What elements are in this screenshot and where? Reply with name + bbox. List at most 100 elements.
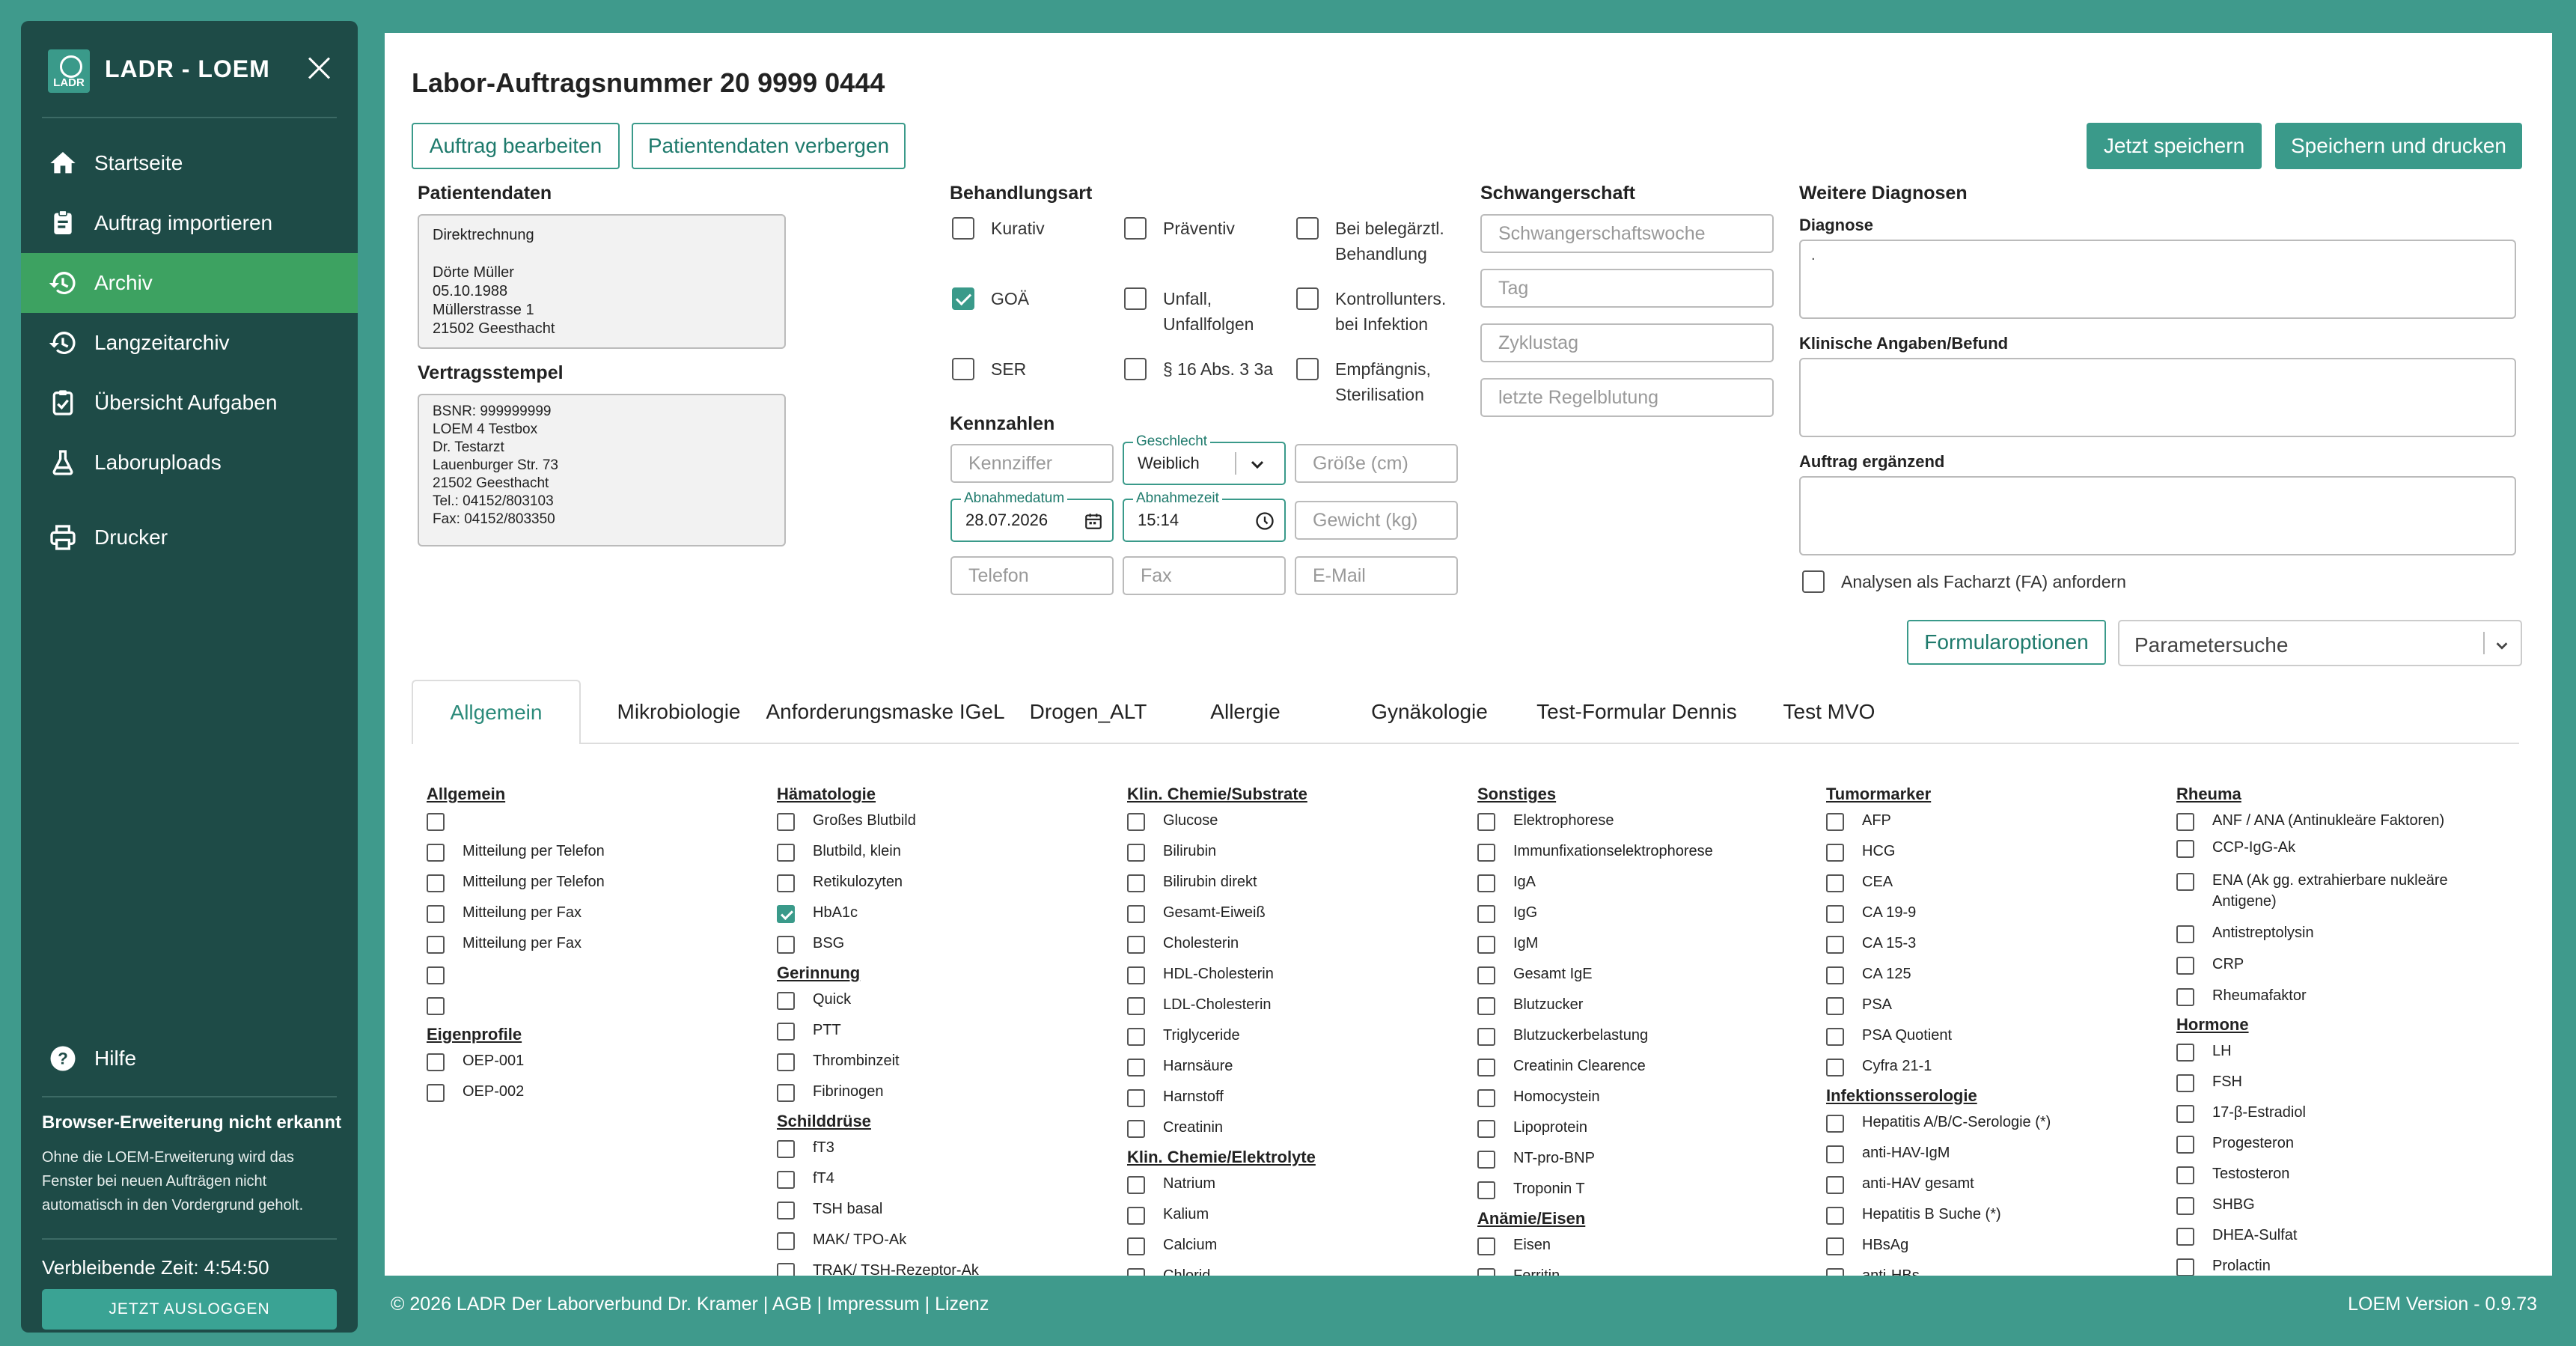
parameter-checkbox[interactable] — [1477, 1089, 1495, 1107]
parameter-checkbox[interactable] — [2176, 1105, 2194, 1123]
parameter-checkbox[interactable] — [777, 1053, 795, 1071]
parameter-checkbox[interactable] — [1826, 1059, 1844, 1077]
cycle-day-input[interactable]: Zyklustag — [1480, 323, 1774, 362]
parameter-checkbox[interactable] — [777, 844, 795, 862]
phone-input[interactable]: Telefon — [950, 556, 1114, 595]
parameter-checkbox[interactable] — [1826, 966, 1844, 984]
parameter-checkbox[interactable] — [1127, 966, 1145, 984]
treatment-unfall-checkbox[interactable] — [1124, 287, 1147, 310]
fax-input[interactable]: Fax — [1123, 556, 1286, 595]
parameter-checkbox[interactable] — [1127, 844, 1145, 862]
nav-auftrag-importieren[interactable]: Auftrag importieren — [21, 193, 358, 253]
parameter-checkbox[interactable] — [1477, 905, 1495, 923]
parameter-checkbox[interactable] — [1477, 936, 1495, 954]
parameter-checkbox[interactable] — [777, 992, 795, 1010]
parameter-checkbox[interactable] — [777, 1140, 795, 1158]
parameter-checkbox[interactable] — [1127, 997, 1145, 1015]
parameter-checkbox[interactable] — [2176, 1166, 2194, 1184]
parameter-checkbox[interactable] — [1477, 1059, 1495, 1077]
parameter-checkbox[interactable] — [2176, 1228, 2194, 1246]
clinical-info-textarea[interactable] — [1799, 358, 2516, 437]
parameter-checkbox[interactable] — [1477, 813, 1495, 831]
parameter-checkbox[interactable] — [1127, 1089, 1145, 1107]
parameter-checkbox[interactable] — [427, 1053, 445, 1071]
parameter-checkbox[interactable] — [427, 905, 445, 923]
parameter-checkbox[interactable] — [2176, 925, 2194, 943]
tab-allergie[interactable]: Allergie — [1163, 680, 1328, 744]
parameter-checkbox[interactable] — [427, 844, 445, 862]
tab-anforderungsmaske-igel[interactable]: Anforderungsmaske IGeL — [762, 680, 1009, 744]
parameter-checkbox[interactable] — [777, 1084, 795, 1102]
parameter-checkbox[interactable] — [777, 1171, 795, 1189]
parameter-checkbox[interactable] — [1477, 966, 1495, 984]
tab-drogen-alt[interactable]: Drogen_ALT — [1013, 680, 1163, 744]
treatment-praeventiv-checkbox[interactable] — [1124, 217, 1147, 240]
parameter-checkbox[interactable] — [1127, 1268, 1145, 1276]
parameter-checkbox[interactable] — [1127, 1176, 1145, 1194]
kennziffer-input[interactable]: Kennziffer — [950, 444, 1114, 483]
parameter-checkbox[interactable] — [427, 997, 445, 1015]
parameter-checkbox[interactable] — [2176, 813, 2194, 831]
parameter-checkbox[interactable] — [427, 1084, 445, 1102]
order-supplement-textarea[interactable] — [1799, 476, 2516, 555]
email-input[interactable]: E-Mail — [1295, 556, 1458, 595]
treatment-belegarzt-checkbox[interactable] — [1296, 217, 1319, 240]
parameter-checkbox[interactable] — [1127, 1028, 1145, 1046]
treatment-empfaengnis-checkbox[interactable] — [1296, 358, 1319, 380]
parameter-checkbox[interactable] — [1826, 1115, 1844, 1133]
nav-hilfe[interactable]: ? Hilfe — [21, 1029, 358, 1088]
nav-laboruploads[interactable]: Laboruploads — [21, 433, 358, 493]
parameter-checkbox[interactable] — [1477, 1181, 1495, 1199]
tab-allgemein[interactable]: Allgemein — [412, 680, 581, 744]
last-period-input[interactable]: letzte Regelblutung — [1480, 378, 1774, 417]
save-print-button[interactable]: Speichern und drucken — [2275, 123, 2522, 169]
pregnancy-week-input[interactable]: Schwangerschaftswoche — [1480, 214, 1774, 253]
height-input[interactable]: Größe (cm) — [1295, 444, 1458, 483]
parameter-checkbox[interactable] — [1826, 844, 1844, 862]
parameter-checkbox[interactable] — [1127, 813, 1145, 831]
parameter-checkbox[interactable] — [1826, 1176, 1844, 1194]
parameter-checkbox[interactable] — [1826, 1145, 1844, 1163]
tab-test-formular-dennis[interactable]: Test-Formular Dennis — [1519, 680, 1754, 744]
parameter-checkbox[interactable] — [427, 874, 445, 892]
parameter-checkbox[interactable] — [1477, 874, 1495, 892]
parameter-checkbox[interactable] — [1826, 1028, 1844, 1046]
nav-archiv[interactable]: Archiv — [21, 253, 358, 313]
parameter-checkbox[interactable] — [1127, 1207, 1145, 1225]
parameter-checkbox[interactable] — [1127, 1237, 1145, 1255]
hide-patient-data-button[interactable]: Patientendaten verbergen — [632, 123, 906, 169]
diagnosis-textarea[interactable]: . — [1799, 240, 2516, 319]
parameter-checkbox[interactable] — [427, 966, 445, 984]
parameter-checkbox[interactable] — [2176, 957, 2194, 975]
parameter-checkbox[interactable] — [777, 936, 795, 954]
parameter-checkbox[interactable] — [2176, 988, 2194, 1006]
treatment-paragraph16-checkbox[interactable] — [1124, 358, 1147, 380]
parameter-checkbox[interactable] — [1477, 1151, 1495, 1169]
nav-startseite[interactable]: Startseite — [21, 133, 358, 193]
parameter-checkbox[interactable] — [1826, 1237, 1844, 1255]
parameter-checkbox[interactable] — [1826, 813, 1844, 831]
parameter-checkbox[interactable] — [1826, 874, 1844, 892]
patient-data-textarea[interactable]: Direktrechnung Dörte Müller 05.10.1988 M… — [418, 214, 786, 349]
pregnancy-day-input[interactable]: Tag — [1480, 269, 1774, 308]
parameter-checkbox[interactable] — [1477, 1120, 1495, 1138]
parameter-checkbox[interactable] — [777, 813, 795, 831]
parameter-checkbox[interactable] — [2176, 1197, 2194, 1215]
parameter-search-select[interactable]: Parametersuche — [2118, 620, 2522, 666]
parameter-checkbox[interactable] — [1826, 1268, 1844, 1276]
nav-drucker[interactable]: Drucker — [21, 508, 358, 567]
parameter-checkbox[interactable] — [1826, 905, 1844, 923]
treatment-kontrollunters-checkbox[interactable] — [1296, 287, 1319, 310]
tab-test-mvo[interactable]: Test MVO — [1754, 680, 1904, 744]
parameter-checkbox[interactable] — [777, 874, 795, 892]
close-sidebar-icon[interactable] — [304, 52, 334, 82]
save-button[interactable]: Jetzt speichern — [2087, 123, 2262, 169]
tab-gynaekologie[interactable]: Gynäkologie — [1340, 680, 1519, 744]
weight-input[interactable]: Gewicht (kg) — [1295, 501, 1458, 540]
parameter-checkbox[interactable] — [2176, 873, 2194, 891]
form-options-button[interactable]: Formularoptionen — [1907, 620, 2106, 665]
nav-uebersicht-aufgaben[interactable]: Übersicht Aufgaben — [21, 373, 358, 433]
treatment-goae-checkbox[interactable] — [952, 287, 974, 310]
parameter-checkbox[interactable] — [1127, 936, 1145, 954]
parameter-checkbox[interactable] — [777, 1202, 795, 1219]
